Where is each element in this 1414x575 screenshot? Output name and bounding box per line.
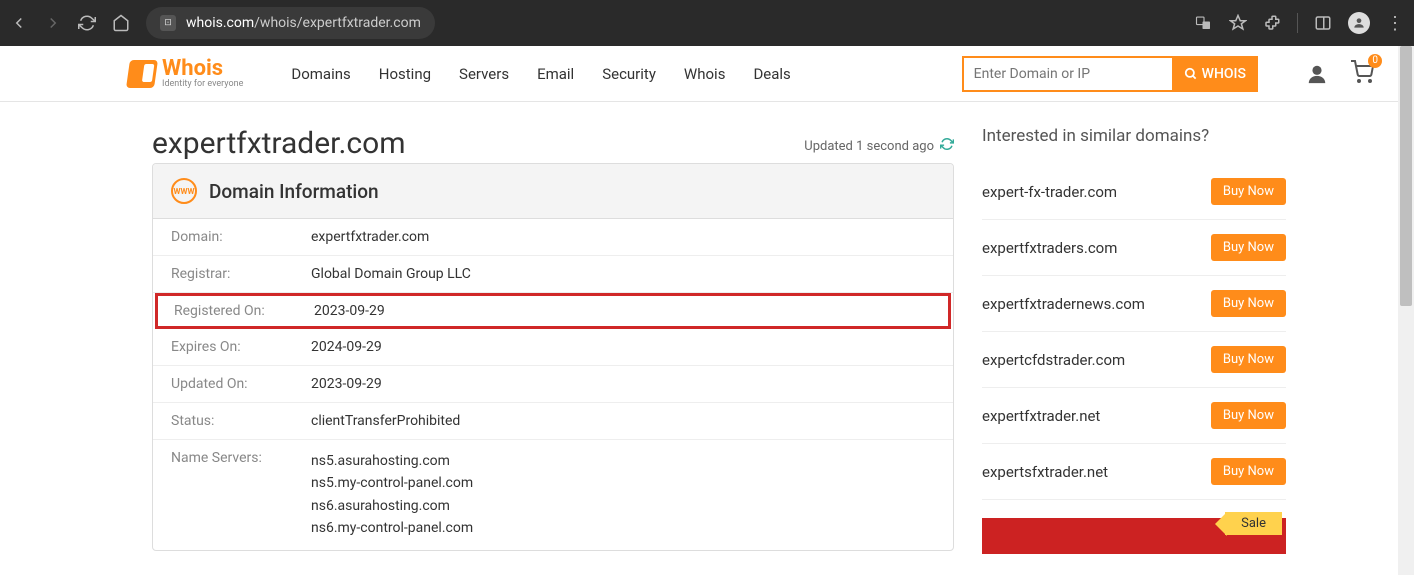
buy-now-button[interactable]: Buy Now [1211,402,1286,429]
similar-domain-row: expertfxtrader.net Buy Now [982,388,1286,444]
similar-domain-row: expert-fx-trader.com Buy Now [982,164,1286,220]
buy-now-button[interactable]: Buy Now [1211,178,1286,205]
info-value: expertfxtrader.com [311,229,429,245]
nav-email[interactable]: Email [537,65,574,83]
info-value: 2023-09-29 [311,376,382,392]
cart-count-badge: 0 [1368,54,1382,68]
extensions-icon[interactable] [1263,14,1281,32]
nav-servers[interactable]: Servers [459,65,509,83]
cart-button[interactable]: 0 [1350,60,1374,88]
info-row: Status:clientTransferProhibited [153,403,953,440]
panel-title: Domain Information [209,180,379,203]
info-value: 2024-09-29 [311,339,382,355]
similar-domains-heading: Interested in similar domains? [982,126,1286,146]
reload-button[interactable] [78,14,96,32]
domain-search-input[interactable] [962,56,1172,92]
similar-domain-name: expert-fx-trader.com [982,183,1117,201]
browser-toolbar: ⊡ whois.com/whois/expertfxtrader.com ⋮ [0,0,1414,46]
nav-hosting[interactable]: Hosting [379,65,431,83]
similar-domain-row: expertcfdstrader.com Buy Now [982,332,1286,388]
buy-now-button[interactable]: Buy Now [1211,346,1286,373]
info-value: 2023-09-29 [314,303,385,319]
info-row: Updated On:2023-09-29 [153,366,953,403]
info-row: Name Servers:ns5.asurahosting.comns5.my-… [153,440,953,550]
whois-search-button[interactable]: WHOIS [1172,56,1258,92]
info-row: Registered On:2023-09-29 [155,293,951,329]
info-row: Expires On:2024-09-29 [153,329,953,366]
buy-now-button[interactable]: Buy Now [1211,234,1286,261]
similar-domain-name: expertfxtrader.net [982,407,1100,425]
similar-domain-row: expertsfxtrader.net Buy Now [982,444,1286,500]
url-path: /whois/expertfxtrader.com [254,15,421,31]
logo-tagline: Identity for everyone [162,80,243,89]
profile-avatar[interactable] [1348,12,1370,34]
logo-mark-icon [126,60,158,88]
info-label: Domain: [171,229,311,245]
info-label: Name Servers: [171,450,311,540]
buy-now-button[interactable]: Buy Now [1211,290,1286,317]
promo-banner[interactable]: Sale [982,518,1286,554]
translate-icon[interactable] [1195,14,1213,32]
search-button-label: WHOIS [1202,66,1246,82]
buy-now-button[interactable]: Buy Now [1211,458,1286,485]
similar-domain-name: expertsfxtrader.net [982,463,1108,481]
site-header: Whois Identity for everyone Domains Host… [0,46,1414,102]
www-badge-icon: WWW [171,178,197,204]
info-label: Status: [171,413,311,429]
info-label: Updated On: [171,376,311,392]
home-button[interactable] [112,14,130,32]
info-label: Expires On: [171,339,311,355]
similar-domain-name: expertfxtraders.com [982,239,1117,257]
address-bar[interactable]: ⊡ whois.com/whois/expertfxtrader.com [146,7,435,39]
info-row: Registrar:Global Domain Group LLC [153,256,953,293]
nav-domains[interactable]: Domains [291,65,350,83]
refresh-icon[interactable] [940,137,954,155]
similar-domain-name: expertcfdstrader.com [982,351,1125,369]
info-row: Domain:expertfxtrader.com [153,219,953,256]
forward-button[interactable] [44,14,62,32]
account-icon[interactable] [1306,63,1328,85]
scrollbar-track [1398,46,1414,575]
info-value: clientTransferProhibited [311,413,460,429]
logo-text: Whois [162,58,243,80]
updated-timestamp: Updated 1 second ago [804,139,934,154]
similar-domain-row: expertfxtraders.com Buy Now [982,220,1286,276]
info-label: Registered On: [174,303,314,319]
scrollbar-thumb[interactable] [1400,46,1412,306]
site-settings-icon[interactable]: ⊡ [160,15,176,31]
info-value: Global Domain Group LLC [311,266,471,282]
url-domain: whois.com [186,15,254,31]
back-button[interactable] [10,14,28,32]
sale-tag: Sale [1225,512,1282,535]
info-value: ns5.asurahosting.comns5.my-control-panel… [311,450,473,540]
side-panel-icon[interactable] [1314,14,1332,32]
search-icon [1184,67,1198,81]
nav-security[interactable]: Security [602,65,656,83]
site-logo[interactable]: Whois Identity for everyone [128,58,243,89]
info-label: Registrar: [171,266,311,282]
similar-domain-row: expertfxtradernews.com Buy Now [982,276,1286,332]
menu-icon[interactable]: ⋮ [1386,14,1404,32]
bookmark-icon[interactable] [1229,14,1247,32]
nav-deals[interactable]: Deals [753,65,790,83]
domain-info-panel: WWW Domain Information Domain:expertfxtr… [152,163,954,551]
similar-domain-name: expertfxtradernews.com [982,295,1145,313]
nav-whois[interactable]: Whois [684,65,726,83]
